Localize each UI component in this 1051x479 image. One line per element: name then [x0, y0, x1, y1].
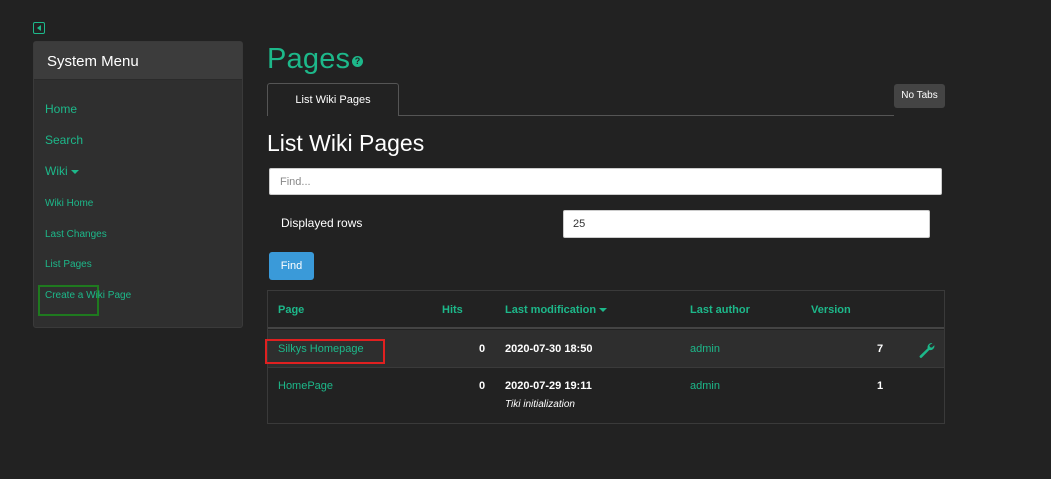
sidebar-item-wiki[interactable]: Wiki	[45, 164, 79, 178]
version-value: 7	[877, 343, 884, 355]
displayed-rows-input[interactable]	[563, 210, 930, 238]
last-modification-value: 2020-07-30 18:50	[505, 343, 593, 355]
column-header-page[interactable]: Page	[278, 304, 304, 316]
last-modification-value: 2020-07-29 19:11	[505, 380, 592, 392]
column-header-last-modification-label: Last modification	[505, 304, 597, 316]
page-link[interactable]: Silkys Homepage	[278, 343, 364, 355]
column-header-version[interactable]: Version	[811, 304, 851, 316]
sidebar-item-wiki-label: Wiki	[45, 164, 68, 178]
page-title: Pages	[267, 43, 351, 75]
author-link[interactable]: admin	[690, 380, 720, 392]
sort-desc-icon	[599, 308, 608, 313]
column-header-last-modification[interactable]: Last modification	[505, 304, 608, 316]
column-header-last-author[interactable]: Last author	[690, 304, 750, 316]
hits-value: 0	[479, 380, 486, 392]
find-input[interactable]	[269, 168, 942, 195]
caret-down-icon	[70, 169, 79, 174]
sidebar-item-home[interactable]: Home	[45, 102, 77, 116]
hits-value: 0	[479, 343, 486, 355]
sidebar-toggle-icon[interactable]	[33, 22, 45, 34]
section-title: List Wiki Pages	[267, 130, 425, 156]
table-row: HomePage 0 2020-07-29 19:11 Tiki initial…	[268, 368, 944, 423]
sidebar-item-search[interactable]: Search	[45, 133, 83, 147]
table-header: Page Hits Last modification Last author …	[268, 291, 944, 329]
column-header-hits[interactable]: Hits	[442, 304, 463, 316]
displayed-rows-label: Displayed rows	[281, 216, 363, 230]
sidebar-item-list-pages[interactable]: List Pages	[45, 259, 92, 270]
wrench-icon[interactable]	[918, 342, 936, 358]
help-icon[interactable]: ?	[352, 56, 363, 67]
page-link[interactable]: HomePage	[278, 380, 333, 392]
sidebar-item-wiki-home[interactable]: Wiki Home	[45, 198, 93, 209]
system-menu: System Menu Home Search Wiki Wiki Home L…	[33, 41, 243, 328]
author-link[interactable]: admin	[690, 343, 720, 355]
find-button[interactable]: Find	[269, 252, 314, 280]
modification-comment: Tiki initialization	[505, 399, 575, 410]
no-tabs-button[interactable]: No Tabs	[894, 84, 945, 108]
version-value: 1	[877, 380, 884, 392]
table-row: Silkys Homepage 0 2020-07-30 18:50 admin…	[265, 330, 944, 368]
sidebar-item-last-changes[interactable]: Last Changes	[45, 229, 107, 240]
tab-list-wiki-pages[interactable]: List Wiki Pages	[267, 83, 399, 116]
system-menu-title: System Menu	[34, 42, 242, 80]
sidebar-item-create-wiki-page[interactable]: Create a Wiki Page	[45, 290, 131, 301]
wiki-pages-table: Page Hits Last modification Last author …	[265, 290, 945, 424]
